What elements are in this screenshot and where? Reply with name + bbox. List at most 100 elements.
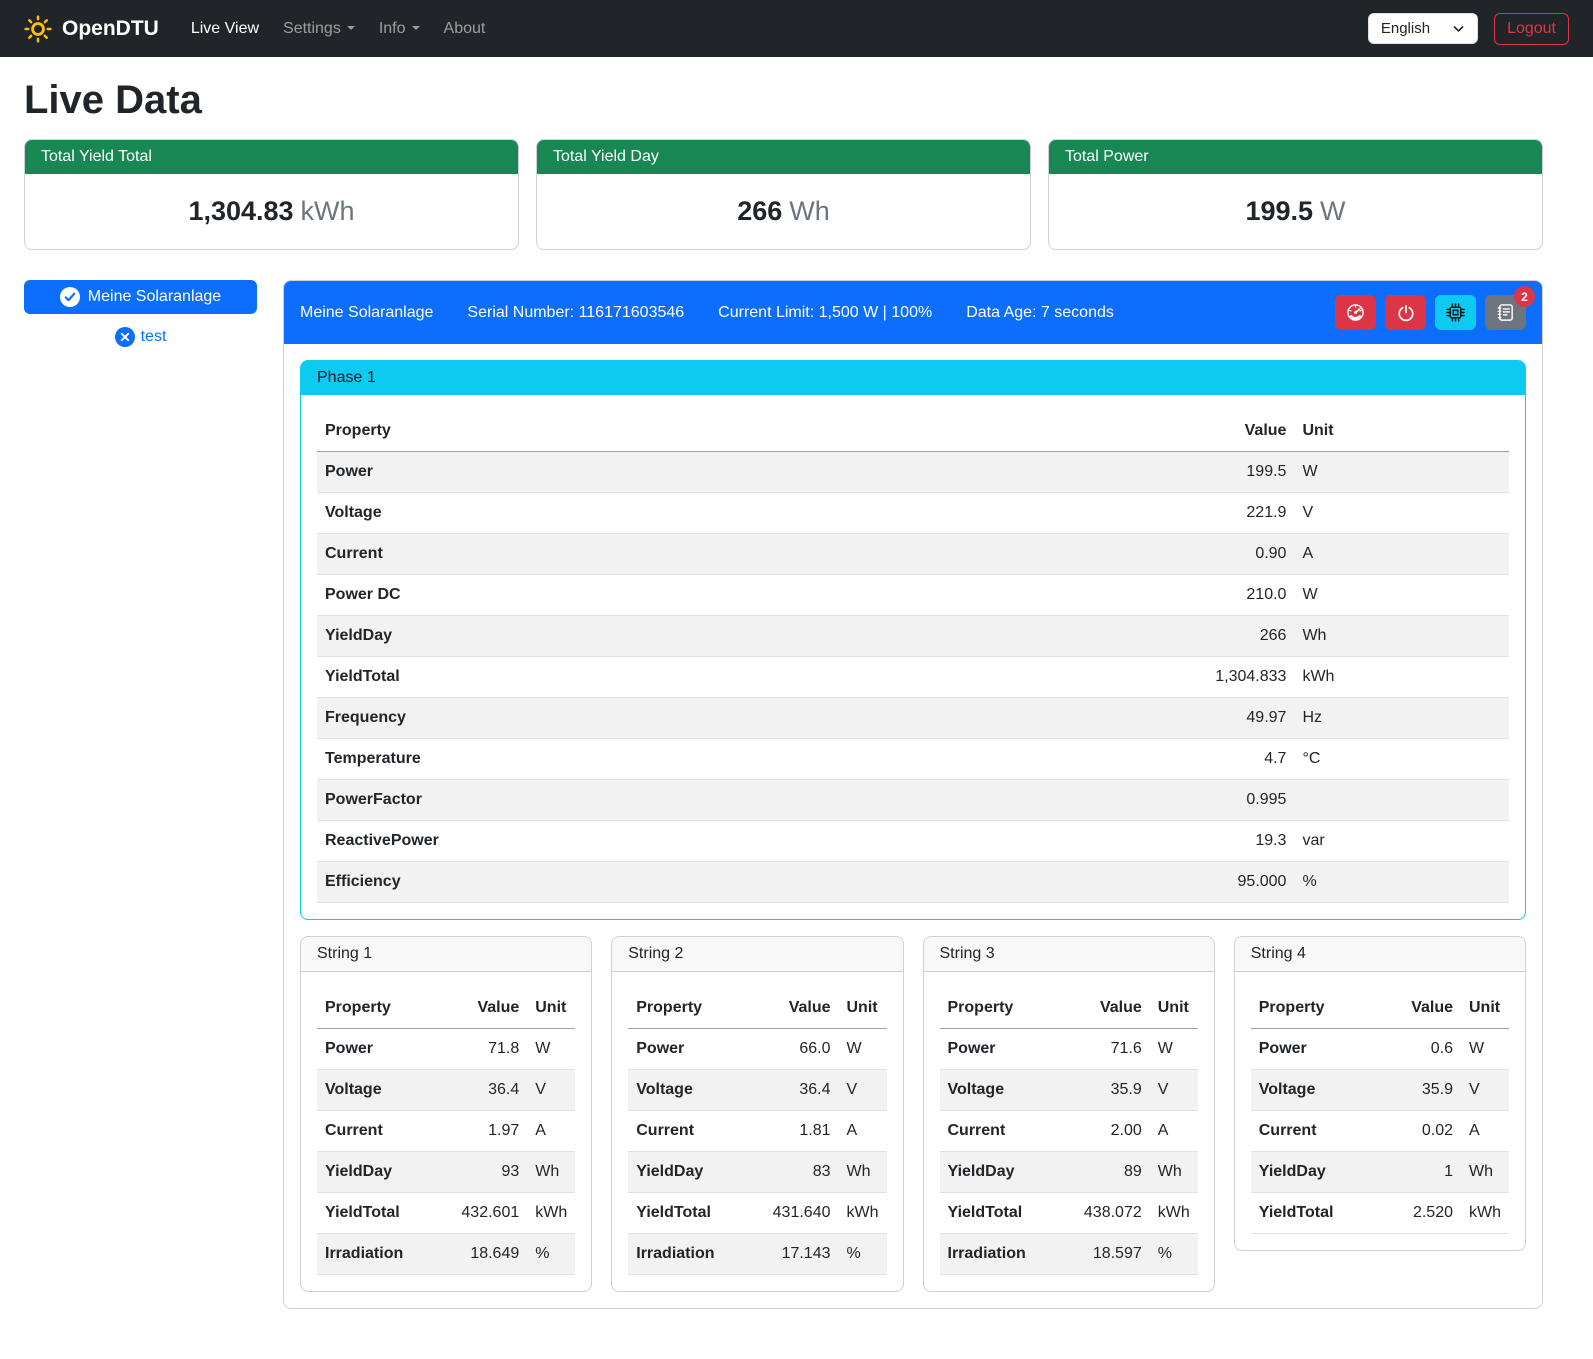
inverter-sidebar: Meine Solaranlage test <box>24 280 257 347</box>
value-cell: 19.3 <box>902 821 1295 862</box>
table-row: Voltage221.9V <box>317 493 1509 534</box>
column-header-unit: Unit <box>1294 411 1509 452</box>
page-title: Live Data <box>24 76 1543 124</box>
value-cell: 0.995 <box>902 780 1295 821</box>
inverter-select-button[interactable]: Meine Solaranlage <box>24 280 257 314</box>
value-cell: 95.000 <box>902 862 1295 903</box>
table-row: Temperature4.7°C <box>317 739 1509 780</box>
table-row: Current0.02A <box>1251 1111 1509 1152</box>
card-body: 199.5W <box>1049 174 1542 249</box>
sidebar-item-label: test <box>141 328 167 346</box>
card-body: 1,304.83kWh <box>25 174 518 249</box>
device-info-button[interactable] <box>1435 295 1476 330</box>
unit-cell: Wh <box>1461 1152 1509 1193</box>
value-cell: 0.90 <box>902 534 1295 575</box>
card-title: Total Yield Total <box>25 140 518 174</box>
value-cell: 432.601 <box>435 1193 527 1234</box>
totals-row: Total Yield Total 1,304.83kWh Total Yiel… <box>24 139 1543 250</box>
unit-cell <box>1294 780 1509 821</box>
value-cell: 66.0 <box>746 1029 838 1070</box>
property-cell: YieldDay <box>628 1152 746 1193</box>
nav-item-about[interactable]: About <box>432 12 498 46</box>
column-header-property: Property <box>940 988 1058 1029</box>
caret-down-icon <box>412 26 420 30</box>
inverter-card-header: Meine Solaranlage Serial Number: 1161716… <box>284 281 1542 344</box>
property-cell: Power <box>1251 1029 1379 1070</box>
table-row: Power DC210.0W <box>317 575 1509 616</box>
property-cell: Voltage <box>317 493 902 534</box>
strings-row: String 1 Property Value Unit <box>300 936 1526 1292</box>
speedometer-icon <box>1346 303 1365 322</box>
table-header-row: Property Value Unit <box>317 411 1509 452</box>
property-cell: Power DC <box>317 575 902 616</box>
table-row: YieldDay1Wh <box>1251 1152 1509 1193</box>
property-cell: YieldTotal <box>940 1193 1058 1234</box>
sun-icon <box>24 15 52 43</box>
value-cell: 210.0 <box>902 575 1295 616</box>
nav-item-settings[interactable]: Settings <box>271 12 367 46</box>
property-cell: YieldDay <box>317 1152 435 1193</box>
chevron-down-icon <box>1452 22 1465 35</box>
value-cell: 4.7 <box>902 739 1295 780</box>
limit-settings-button[interactable] <box>1335 295 1376 330</box>
property-cell: Current <box>628 1111 746 1152</box>
table-row: Frequency49.97Hz <box>317 698 1509 739</box>
property-cell: Voltage <box>940 1070 1058 1111</box>
value-cell: 71.6 <box>1057 1029 1149 1070</box>
unit-cell: kWh <box>839 1193 887 1234</box>
value-cell: 83 <box>746 1152 838 1193</box>
nav-links: Live View Settings Info About <box>179 12 498 46</box>
nav-item-info[interactable]: Info <box>367 12 432 46</box>
table-row: Current2.00A <box>940 1111 1198 1152</box>
inverter-serial: Serial Number: 116171603546 <box>467 304 684 322</box>
string-data-table: Property Value Unit Power0.6WVoltage35.9… <box>1251 988 1509 1234</box>
language-select[interactable]: English <box>1368 13 1478 44</box>
property-cell: Voltage <box>1251 1070 1379 1111</box>
property-cell: YieldTotal <box>317 1193 435 1234</box>
column-header-value: Value <box>1057 988 1149 1029</box>
stat-unit: W <box>1320 196 1345 226</box>
column-header-unit: Unit <box>527 988 575 1029</box>
value-cell: 1,304.833 <box>902 657 1295 698</box>
logout-button[interactable]: Logout <box>1494 13 1569 45</box>
unit-cell: W <box>839 1029 887 1070</box>
property-cell: YieldDay <box>317 616 902 657</box>
nav-item-live-view[interactable]: Live View <box>179 12 271 46</box>
table-row: Voltage35.9V <box>1251 1070 1509 1111</box>
sidebar-item-test[interactable]: test <box>24 327 257 347</box>
table-row: PowerFactor0.995 <box>317 780 1509 821</box>
value-cell: 0.02 <box>1379 1111 1461 1152</box>
property-cell: Voltage <box>317 1070 435 1111</box>
unit-cell: A <box>1461 1111 1509 1152</box>
property-cell: Power <box>628 1029 746 1070</box>
inverter-card-body: Phase 1 Property Value Unit Power199.5WV… <box>284 344 1542 1308</box>
string-data-table: Property Value Unit Power71.8WVoltage36.… <box>317 988 575 1275</box>
table-row: Power0.6W <box>1251 1029 1509 1070</box>
unit-cell: A <box>527 1111 575 1152</box>
event-log-button[interactable]: 2 <box>1485 295 1526 330</box>
table-row: YieldDay266Wh <box>317 616 1509 657</box>
table-row: Current1.81A <box>628 1111 886 1152</box>
caret-down-icon <box>347 26 355 30</box>
table-row: YieldDay83Wh <box>628 1152 886 1193</box>
property-cell: Current <box>1251 1111 1379 1152</box>
property-cell: ReactivePower <box>317 821 902 862</box>
table-row: Irradiation18.597% <box>940 1234 1198 1275</box>
string-card-title: String 4 <box>1235 937 1525 972</box>
property-cell: YieldDay <box>1251 1152 1379 1193</box>
value-cell: 18.649 <box>435 1234 527 1275</box>
string-card-title: String 2 <box>612 937 902 972</box>
property-cell: Current <box>317 534 902 575</box>
column-header-unit: Unit <box>1150 988 1198 1029</box>
unit-cell: A <box>1294 534 1509 575</box>
stat-value: 266 <box>737 196 782 226</box>
stat-unit: kWh <box>301 196 355 226</box>
language-value: English <box>1381 20 1430 37</box>
column-header-property: Property <box>317 411 902 452</box>
brand-link[interactable]: OpenDTU <box>24 15 159 43</box>
table-row: YieldTotal431.640kWh <box>628 1193 886 1234</box>
string-1-card: String 1 Property Value Unit <box>300 936 592 1292</box>
power-button[interactable] <box>1385 295 1426 330</box>
property-cell: Irradiation <box>940 1234 1058 1275</box>
total-yield-total-card: Total Yield Total 1,304.83kWh <box>24 139 519 250</box>
